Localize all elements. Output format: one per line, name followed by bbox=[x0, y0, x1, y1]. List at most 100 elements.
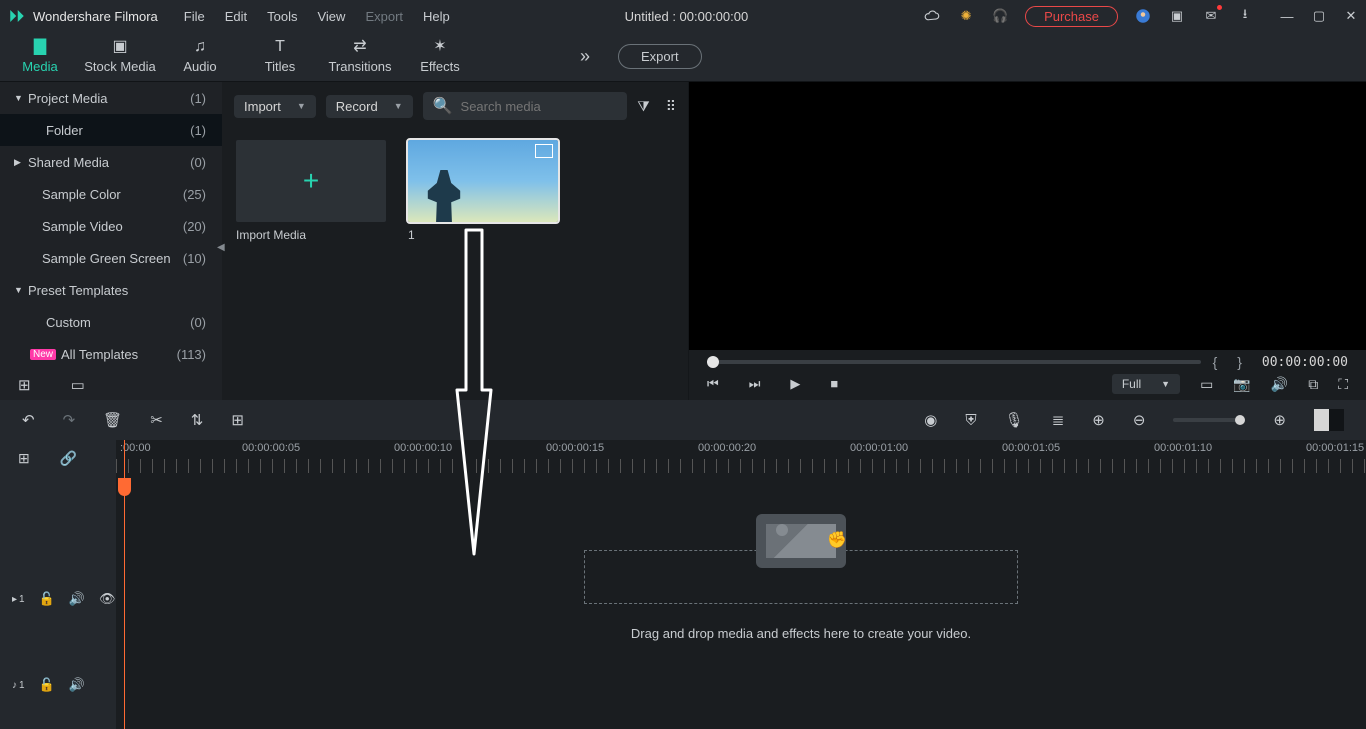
time-ruler[interactable]: :00:00 00:00:00:05 00:00:00:10 00:00:00:… bbox=[116, 440, 1366, 476]
tab-titles[interactable]: T Titles bbox=[240, 39, 320, 74]
timeline-size-small[interactable] bbox=[1329, 409, 1344, 431]
display-icon[interactable]: ▭ bbox=[1200, 376, 1213, 393]
adjust-icon[interactable]: ⇅ bbox=[191, 411, 204, 429]
playhead-cap-icon[interactable] bbox=[118, 478, 131, 496]
zoom-in-icon[interactable]: ⊕ bbox=[1273, 411, 1286, 429]
cloud-icon[interactable] bbox=[923, 7, 941, 25]
media-clip-1-label: 1 bbox=[408, 228, 558, 242]
mute-icon[interactable]: 🔊 bbox=[69, 677, 85, 693]
tree-sample-video[interactable]: Sample Video (20) bbox=[0, 210, 222, 242]
zoom-slider[interactable] bbox=[1173, 418, 1245, 422]
export-button[interactable]: Export bbox=[618, 44, 702, 69]
stop-icon[interactable]: ■ bbox=[830, 376, 838, 392]
tree-all-templates-count: (113) bbox=[177, 347, 206, 362]
menu-help[interactable]: Help bbox=[423, 9, 450, 24]
playhead[interactable] bbox=[124, 440, 125, 729]
tree-custom[interactable]: Custom (0) bbox=[0, 306, 222, 338]
download-icon[interactable]: ⭳ bbox=[1236, 7, 1254, 25]
tree-shared-media[interactable]: ▶ Shared Media (0) bbox=[0, 146, 222, 178]
open-folder-icon[interactable]: ▭ bbox=[71, 376, 85, 394]
media-clip-1-thumb[interactable] bbox=[408, 140, 558, 222]
add-marker-icon[interactable]: ⊕ bbox=[1092, 411, 1105, 429]
next-frame-icon[interactable]: ⏭ bbox=[749, 376, 761, 392]
tab-stock-media[interactable]: ▣ Stock Media bbox=[80, 39, 160, 74]
idea-icon[interactable]: ✺ bbox=[957, 7, 975, 25]
purchase-button[interactable]: Purchase bbox=[1025, 6, 1118, 27]
tree-project-media[interactable]: ▼ Project Media (1) bbox=[0, 82, 222, 114]
tab-transitions[interactable]: ⇄ Transitions bbox=[320, 39, 400, 74]
tab-audio[interactable]: ♫ Audio bbox=[160, 39, 240, 74]
collapse-sidebar-icon[interactable]: ◀ bbox=[217, 242, 225, 253]
zoom-handle-icon[interactable] bbox=[1235, 415, 1245, 425]
menu-view[interactable]: View bbox=[317, 9, 345, 24]
timeline-size-toggle[interactable] bbox=[1314, 409, 1344, 431]
popout-icon[interactable]: ⧉ bbox=[1308, 376, 1318, 393]
tab-media[interactable]: ▇ Media bbox=[0, 39, 80, 74]
import-media-card[interactable]: + Import Media bbox=[236, 140, 386, 242]
record-dropdown[interactable]: Record ▼ bbox=[326, 95, 413, 118]
voiceover-mic-icon[interactable]: 🎙 bbox=[1005, 411, 1024, 429]
play-icon[interactable]: ▶ bbox=[790, 376, 800, 392]
menu-edit[interactable]: Edit bbox=[225, 9, 247, 24]
preview-quality-dropdown[interactable]: Full ▼ bbox=[1112, 374, 1180, 394]
crop-tool-icon[interactable]: ⊞ bbox=[231, 411, 244, 429]
account-avatar-icon[interactable] bbox=[1134, 7, 1152, 25]
tabs-more-icon[interactable]: » bbox=[580, 46, 590, 67]
new-folder-icon[interactable]: ⊞ bbox=[18, 376, 31, 394]
tree-sample-color[interactable]: Sample Color (25) bbox=[0, 178, 222, 210]
tree-sample-video-label: Sample Video bbox=[42, 219, 183, 234]
main-tabs: ▇ Media ▣ Stock Media ♫ Audio T Titles ⇄… bbox=[0, 32, 1366, 82]
timeline-size-large[interactable] bbox=[1314, 409, 1329, 431]
delete-icon[interactable]: 🗑 bbox=[103, 411, 122, 429]
mute-icon[interactable]: 🔊 bbox=[69, 591, 85, 607]
add-track-icon[interactable]: ⊞ bbox=[18, 450, 30, 467]
volume-icon[interactable]: 🔊 bbox=[1271, 376, 1288, 393]
scrub-head-icon[interactable] bbox=[707, 356, 719, 368]
tree-folder[interactable]: Folder (1) bbox=[0, 114, 222, 146]
message-icon[interactable]: ✉ bbox=[1202, 7, 1220, 25]
import-media-thumb[interactable]: + bbox=[236, 140, 386, 222]
media-clip-1[interactable]: 1 bbox=[408, 140, 558, 242]
link-icon[interactable]: 🔗 bbox=[60, 450, 77, 467]
timeline-dropzone[interactable]: ✊ Drag and drop media and effects here t… bbox=[276, 550, 1326, 641]
support-icon[interactable]: 🎧 bbox=[991, 7, 1009, 25]
mixer-icon[interactable]: ≣ bbox=[1052, 411, 1065, 429]
cut-icon[interactable]: ✂ bbox=[150, 411, 163, 429]
titlebar: Wondershare Filmora File Edit Tools View… bbox=[0, 0, 1366, 32]
tree-preset-templates[interactable]: ▼ Preset Templates bbox=[0, 274, 222, 306]
lock-icon[interactable]: 🔓 bbox=[39, 677, 55, 693]
grid-view-icon[interactable]: ⠿ bbox=[666, 98, 676, 115]
snapshot-icon[interactable]: 📷 bbox=[1233, 376, 1250, 393]
minimize-icon[interactable]: — bbox=[1280, 9, 1294, 23]
marker-shield-icon[interactable]: ⛨ bbox=[965, 412, 976, 429]
plus-icon: + bbox=[303, 165, 319, 197]
render-icon[interactable]: ◉ bbox=[924, 411, 937, 429]
redo-icon[interactable]: ↷ bbox=[63, 411, 76, 429]
menu-file[interactable]: File bbox=[184, 9, 205, 24]
save-icon[interactable]: ▣ bbox=[1168, 7, 1186, 25]
tree-shared-media-count: (0) bbox=[190, 155, 206, 170]
import-dropdown[interactable]: Import ▼ bbox=[234, 95, 316, 118]
audio-track-1-header[interactable]: ♪ 1 🔓 🔊 bbox=[0, 642, 116, 728]
filter-icon[interactable]: ⧩ bbox=[637, 98, 650, 115]
mark-in-out[interactable]: { } bbox=[1213, 354, 1250, 370]
search-input[interactable] bbox=[461, 99, 618, 114]
fullscreen-icon[interactable]: ⛶ bbox=[1338, 376, 1348, 393]
close-icon[interactable]: ✕ bbox=[1344, 9, 1358, 23]
tree-sample-green[interactable]: Sample Green Screen (10) bbox=[0, 242, 222, 274]
visibility-icon[interactable]: 👁 bbox=[99, 591, 116, 607]
lock-icon[interactable]: 🔓 bbox=[39, 591, 55, 607]
prev-frame-icon[interactable]: ⏮ bbox=[707, 376, 719, 392]
search-media[interactable]: 🔍 bbox=[423, 92, 628, 120]
undo-icon[interactable]: ↶ bbox=[22, 411, 35, 429]
scrub-track[interactable] bbox=[707, 360, 1201, 364]
tree-all-templates[interactable]: New All Templates (113) bbox=[0, 338, 222, 370]
video-track-1-header[interactable]: ▸ 1 🔓 🔊 👁 bbox=[0, 556, 116, 642]
zoom-out-icon[interactable]: ⊖ bbox=[1133, 411, 1146, 429]
tracks-area[interactable]: :00:00 00:00:00:05 00:00:00:10 00:00:00:… bbox=[116, 440, 1366, 729]
preview-screen[interactable] bbox=[689, 82, 1366, 350]
tab-effects[interactable]: ✶ Effects bbox=[400, 39, 480, 74]
tree-folder-count: (1) bbox=[190, 123, 206, 138]
menu-tools[interactable]: Tools bbox=[267, 9, 297, 24]
maximize-icon[interactable]: ▢ bbox=[1312, 9, 1326, 23]
